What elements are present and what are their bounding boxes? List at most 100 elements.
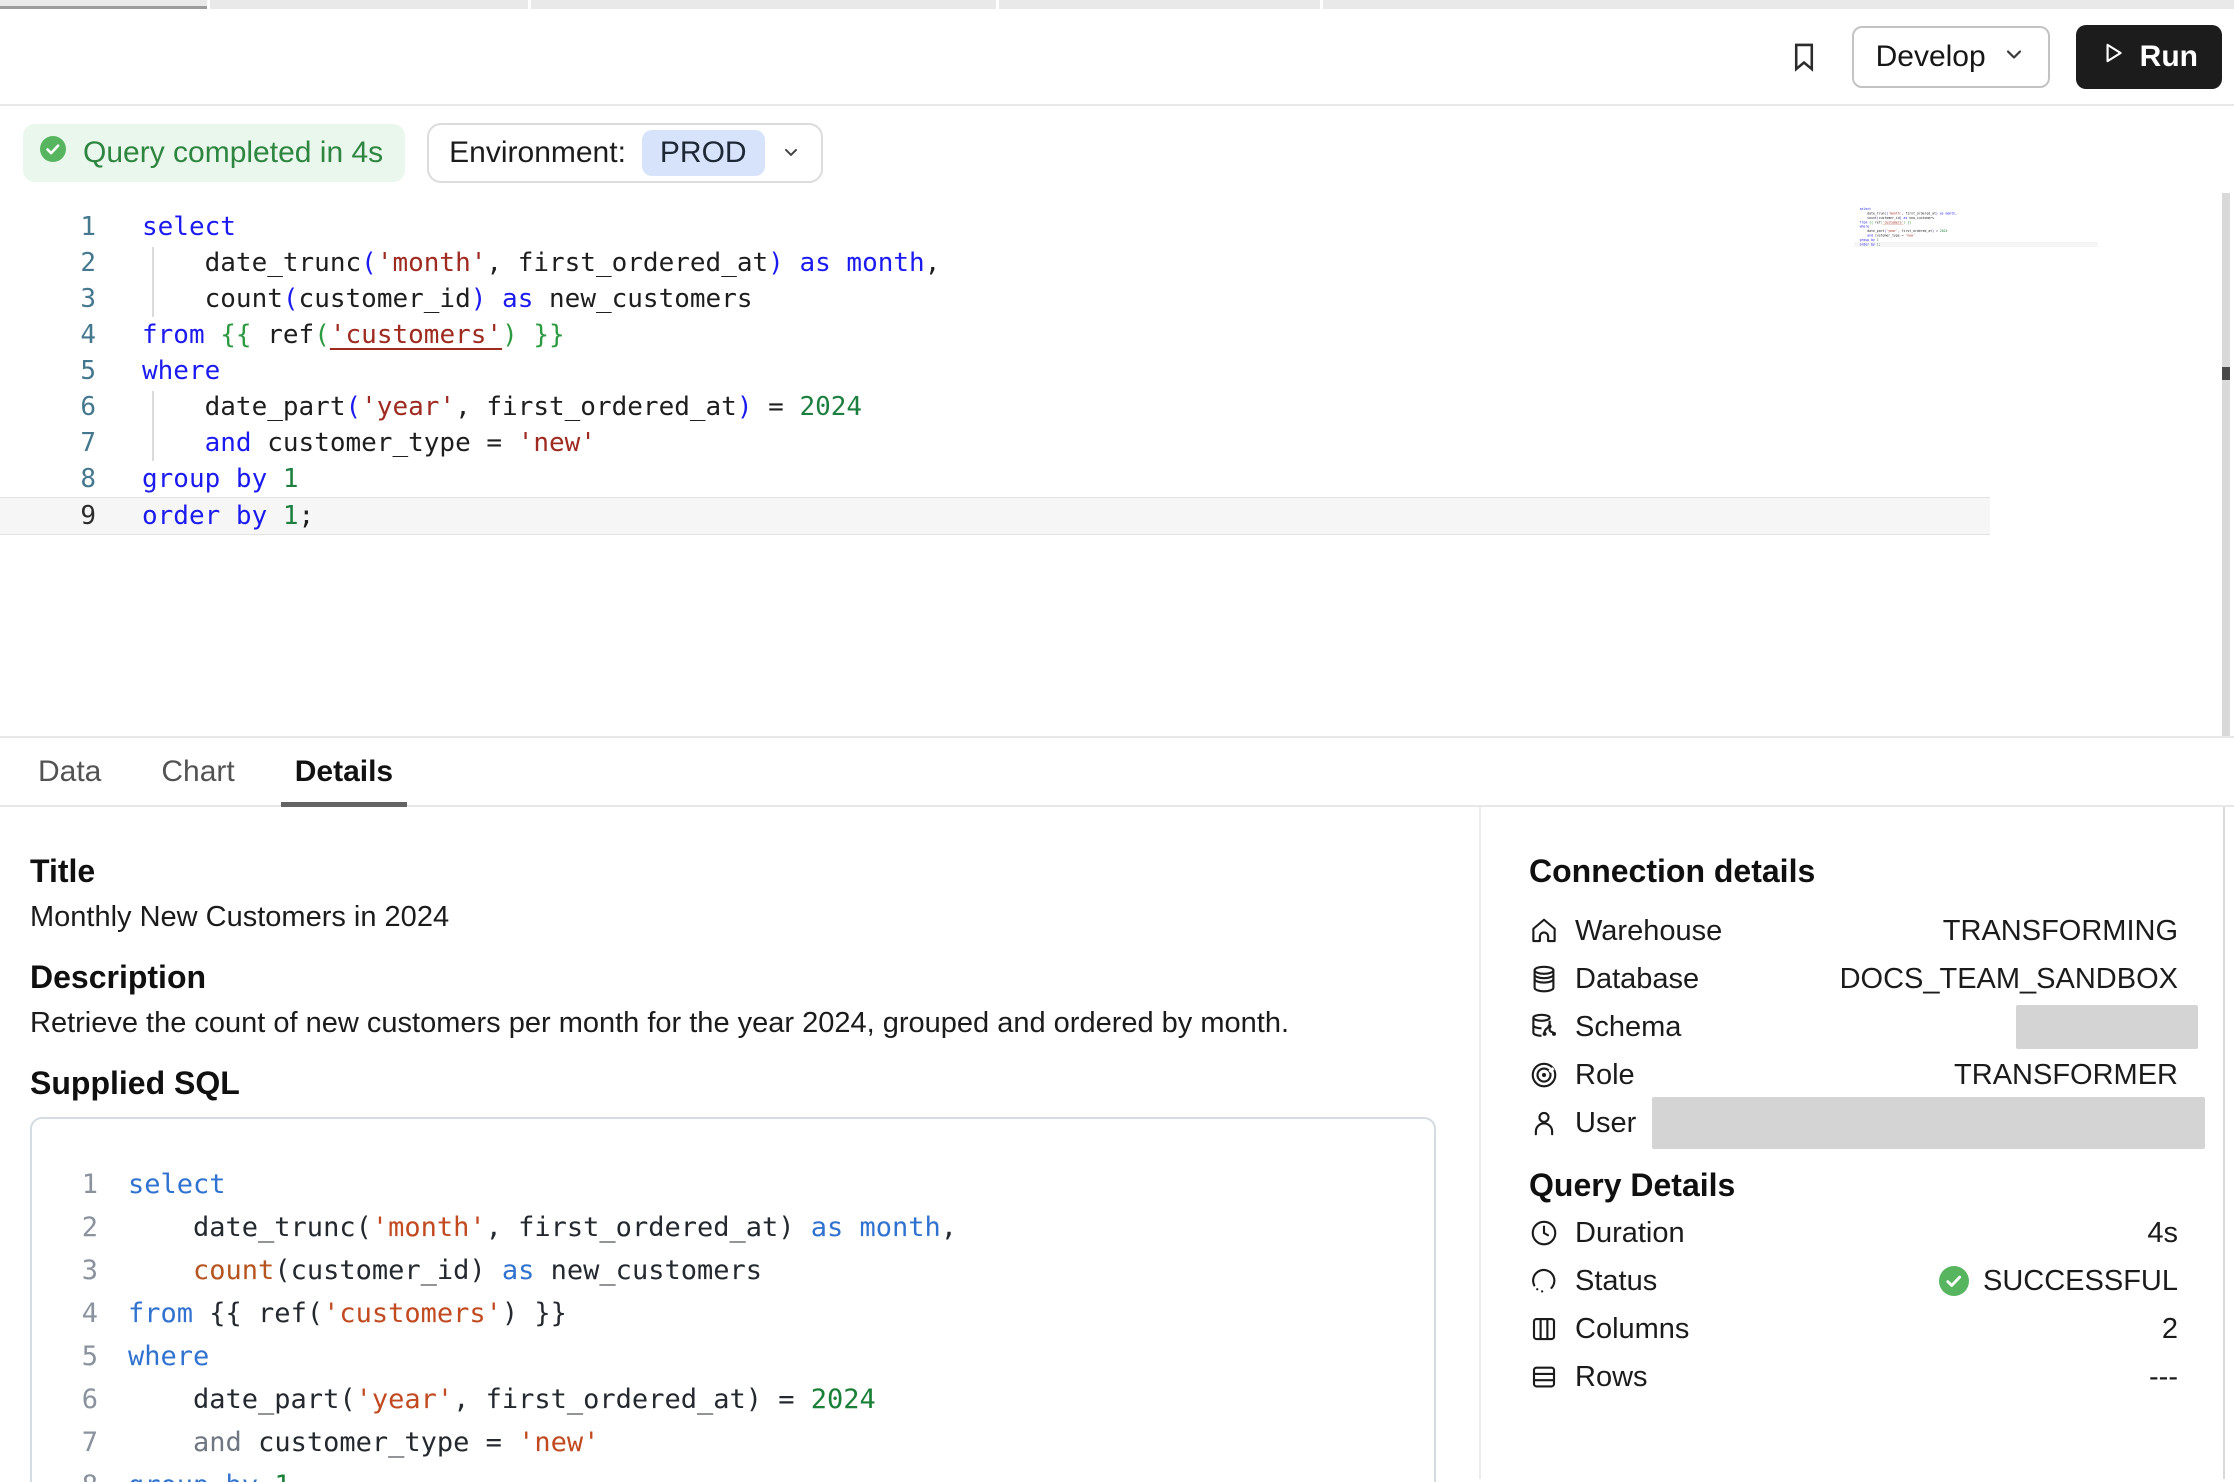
line-number: 4 [0, 317, 96, 353]
warehouse-value: TRANSFORMING [1943, 915, 2178, 948]
bookmark-icon[interactable] [1782, 35, 1826, 79]
database-icon [1529, 964, 1559, 994]
panel-row-database: DatabaseDOCS_TEAM_SANDBOX [1529, 955, 2178, 1003]
line-number: 4 [72, 1292, 98, 1335]
schema-redacted-value [2016, 1005, 2198, 1049]
run-button[interactable]: Run [2076, 25, 2222, 89]
code-line: 6 date_part('year', first_ordered_at) = … [72, 1378, 1434, 1421]
editor-minimap[interactable]: select date_trunc('month', first_ordered… [1854, 207, 2104, 267]
code-line: 4from {{ ref('customers') }} [72, 1292, 1434, 1335]
sql-editor[interactable]: 1select2 date_trunc('month', first_order… [0, 199, 2234, 736]
indent-guide [152, 391, 154, 461]
tab-strip-segment[interactable] [999, 0, 1320, 9]
role-icon [1529, 1060, 1559, 1090]
query-details-rows: Duration 4s StatusSUCCESSFUL Columns 2 Rows --… [1529, 1209, 2178, 1401]
environment-label: Environment: [449, 136, 626, 170]
line-number: 7 [0, 425, 96, 461]
code-line: 3 count(customer_id) as new_customers [72, 1249, 1434, 1292]
code-line: 9order by 1; [0, 497, 1990, 535]
develop-dropdown-button[interactable]: Develop [1852, 26, 2050, 88]
panel-row-role: Role TRANSFORMER [1529, 1051, 2178, 1099]
code-line: 3 count(customer_id) as new_customers [0, 281, 1990, 317]
tab-strip-segment[interactable] [0, 0, 207, 9]
user-label: User [1575, 1107, 1636, 1140]
check-circle-icon [1937, 1264, 1971, 1298]
develop-label: Develop [1876, 40, 1986, 74]
code-line: 8group by 1 [72, 1464, 1434, 1482]
tab-data[interactable]: Data [30, 738, 109, 805]
clock-icon [1529, 1218, 1559, 1248]
code-line: 2 date_trunc('month', first_ordered_at) … [0, 245, 1990, 281]
code-line: 5where [72, 1335, 1434, 1378]
warehouse-icon [1529, 916, 1559, 946]
title-value: Monthly New Customers in 2024 [30, 899, 1449, 935]
panel-row-warehouse: Warehouse TRANSFORMING [1529, 907, 2178, 955]
editor-scrollbar-thumb[interactable] [2222, 367, 2230, 380]
columns-value: 2 [2162, 1313, 2178, 1346]
tab-strip-segment[interactable] [1323, 0, 2234, 9]
code-line: 1select [0, 209, 1990, 245]
connection-panel: Connection details Warehouse TRANSFORMING… [1479, 807, 2234, 1479]
tab-strip-segment[interactable] [531, 0, 996, 9]
database-label: Database [1575, 963, 1699, 996]
role-label: Role [1575, 1059, 1635, 1092]
connection-details-heading: Connection details [1529, 851, 2178, 891]
code-line: 1select [72, 1163, 1434, 1206]
tab-strip-segment[interactable] [210, 0, 528, 9]
connection-rows: Warehouse TRANSFORMING DatabaseDOCS_TEAM_S… [1529, 907, 2178, 1147]
rows-label: Rows [1575, 1361, 1648, 1394]
panel-row-user: User [1529, 1099, 2178, 1147]
details-pane: Title Monthly New Customers in 2024 Desc… [0, 807, 2234, 1479]
rows-value: --- [2149, 1361, 2178, 1394]
duration-label: Duration [1575, 1217, 1685, 1250]
columns-label: Columns [1575, 1313, 1689, 1346]
line-number: 2 [72, 1206, 98, 1249]
supplied-sql-box: 1select2 date_trunc('month', first_order… [30, 1117, 1436, 1482]
code-line: 4from {{ ref('customers') }} [0, 317, 1990, 353]
line-number: 6 [72, 1378, 98, 1421]
browser-tab-strip [0, 0, 2234, 9]
indent-guide [152, 247, 154, 317]
environment-selector[interactable]: Environment: PROD [427, 123, 822, 183]
warehouse-label: Warehouse [1575, 915, 1722, 948]
panel-row-status: StatusSUCCESSFUL [1529, 1257, 2178, 1305]
line-number: 6 [0, 389, 96, 425]
environment-value-chip: PROD [642, 130, 765, 176]
code-line: order by 1; [1854, 242, 2098, 247]
chevron-down-icon [781, 136, 801, 170]
tab-details[interactable]: Details [287, 738, 401, 805]
editor-scrollbar-track[interactable] [2222, 193, 2230, 736]
line-number: 9 [0, 498, 96, 534]
details-scrollbar-track[interactable] [2223, 807, 2225, 1479]
run-label: Run [2140, 40, 2198, 74]
check-circle-icon [37, 133, 69, 173]
tab-chart[interactable]: Chart [153, 738, 242, 805]
header-toolbar: Develop Run [0, 9, 2234, 106]
user-icon [1529, 1108, 1559, 1138]
line-number: 8 [0, 461, 96, 497]
title-heading: Title [30, 851, 1449, 891]
line-number: 3 [72, 1249, 98, 1292]
code-line: 6 date_part('year', first_ordered_at) = … [0, 389, 1990, 425]
rows-icon [1529, 1362, 1559, 1392]
panel-row-schema: Schema [1529, 1003, 2178, 1051]
line-number: 8 [72, 1464, 98, 1482]
query-status-pill: Query completed in 4s [23, 124, 405, 182]
code-line: 7 and customer_type = 'new' [0, 425, 1990, 461]
panel-row-columns: Columns 2 [1529, 1305, 2178, 1353]
schema-label: Schema [1575, 1011, 1681, 1044]
columns-icon [1529, 1314, 1559, 1344]
query-details-heading: Query Details [1529, 1165, 2178, 1205]
line-number: 7 [72, 1421, 98, 1464]
line-number: 2 [0, 245, 96, 281]
schema-icon [1529, 1012, 1559, 1042]
minimap-code: select date_trunc('month', first_ordered… [1854, 207, 2098, 247]
status-label: Status [1575, 1265, 1657, 1298]
role-value: TRANSFORMER [1954, 1059, 2178, 1092]
description-heading: Description [30, 957, 1449, 997]
supplied-sql-code: 1select2 date_trunc('month', first_order… [72, 1163, 1434, 1482]
code-line: 7 and customer_type = 'new' [72, 1421, 1434, 1464]
line-number: 1 [0, 209, 96, 245]
duration-value: 4s [2147, 1217, 2178, 1250]
details-content: Title Monthly New Customers in 2024 Desc… [0, 807, 1479, 1479]
